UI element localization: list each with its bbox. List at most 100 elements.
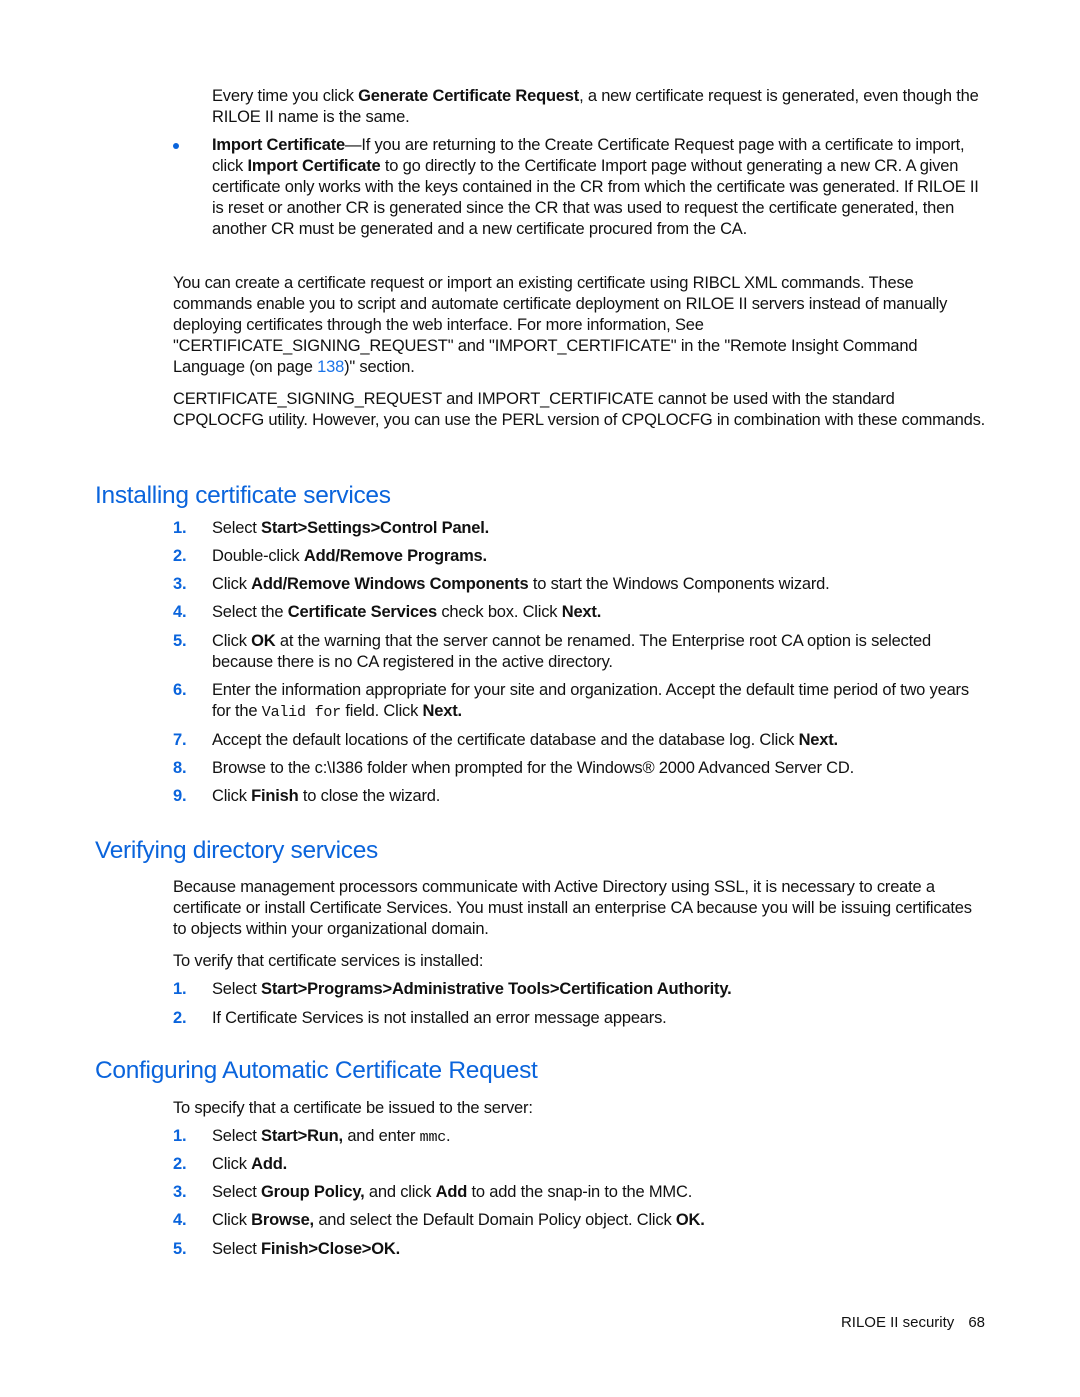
- verifying-paragraph-intro: To verify that certificate services is i…: [173, 952, 484, 970]
- text-run: Select: [212, 1183, 262, 1201]
- heading-configuring-automatic-certificate-request: Configuring Automatic Certificate Reques…: [95, 1057, 538, 1084]
- heading-verifying-directory-services: Verifying directory services: [95, 837, 378, 864]
- step-number: 1.: [173, 519, 187, 537]
- code-text: mmc: [419, 1129, 447, 1146]
- verifying-paragraph-ssl: Because management processors communicat…: [173, 878, 972, 938]
- text-run: Select: [212, 1240, 262, 1258]
- ribcl-paragraph: You can create a certificate request or …: [173, 273, 988, 378]
- text-run: to close the wizard.: [298, 787, 441, 805]
- step-text: Select Start>Settings>Control Panel.: [212, 518, 988, 539]
- text-run: CERTIFICATE_SIGNING_REQUEST and IMPORT_C…: [173, 390, 986, 429]
- step-text: Accept the default locations of the cert…: [212, 730, 988, 751]
- step-number: 5.: [173, 1240, 187, 1258]
- bold-text: Add/Remove Windows Components: [251, 575, 529, 593]
- step-number: 2.: [173, 1155, 187, 1173]
- text-run: to start the Windows Components wizard.: [528, 575, 830, 593]
- step-text: Select Start>Run, and enter mmc.: [212, 1126, 988, 1148]
- bold-text: Next.: [798, 731, 839, 749]
- step-number: 2.: [173, 547, 187, 565]
- step-number: 9.: [173, 787, 187, 805]
- bold-text: Start>Settings>Control Panel.: [261, 519, 490, 537]
- bold-text: Add.: [251, 1155, 287, 1173]
- step-item: 4. Select the Certificate Services check …: [173, 602, 988, 623]
- text-run: to add the snap-in to the MMC.: [467, 1183, 693, 1201]
- step-number: 4.: [173, 603, 187, 621]
- step-text: Select Start>Programs>Administrative Too…: [212, 979, 988, 1000]
- page-reference-link[interactable]: 138: [317, 358, 344, 376]
- text-run: Select the: [212, 603, 288, 621]
- step-item: 3. Click Add/Remove Windows Components to…: [173, 574, 988, 595]
- document-page: Every time you click Generate Certificat…: [0, 0, 1080, 1397]
- text-run: )" section.: [344, 358, 415, 376]
- step-number: 2.: [173, 1009, 187, 1027]
- step-number: 3.: [173, 575, 187, 593]
- step-item: 1. Select Start>Programs>Administrative T…: [173, 979, 988, 1000]
- text-run: Double-click: [212, 547, 304, 565]
- step-item: 3. Select Group Policy, and click Add to …: [173, 1182, 988, 1203]
- step-number: 5.: [173, 632, 187, 650]
- bold-text: Certificate Services: [287, 603, 437, 621]
- bold-text: Add/Remove Programs.: [303, 547, 487, 565]
- step-text: Click Finish to close the wizard.: [212, 786, 988, 807]
- step-item: 5. Select Finish>Close>OK.: [173, 1239, 988, 1260]
- heading-installing-certificate-services: Installing certificate services: [95, 482, 391, 509]
- bold-text: Next.: [561, 603, 602, 621]
- text-run: Accept the default locations of the cert…: [212, 731, 799, 749]
- text-run: Click: [212, 1211, 252, 1229]
- text-run: and enter: [342, 1127, 420, 1145]
- code-text: Valid for: [261, 704, 341, 721]
- text-run: Click: [212, 1155, 252, 1173]
- bold-text: Import Certificate: [212, 136, 346, 154]
- step-item: 2. Double-click Add/Remove Programs.: [173, 546, 988, 567]
- text-run: .: [446, 1127, 451, 1145]
- page-footer: RILOE II security 68: [841, 1313, 985, 1333]
- step-text: Click OK at the warning that the server …: [212, 631, 988, 673]
- text-run: and select the Default Domain Policy obj…: [313, 1211, 676, 1229]
- text-run: Browse to the c:\I386 folder when prompt…: [212, 759, 854, 777]
- bullet-import-certificate: Import Certificate—If you are returning …: [173, 135, 988, 240]
- step-item: 1. Select Start>Run, and enter mmc.: [173, 1126, 988, 1148]
- text-run: check box. Click: [436, 603, 562, 621]
- step-item: 7. Accept the default locations of the ce…: [173, 730, 988, 751]
- step-item: 2. Click Add.: [173, 1154, 988, 1175]
- bold-text: Import Certificate: [247, 157, 381, 175]
- footer-section-label: RILOE II security: [840, 1314, 955, 1331]
- step-text: Select the Certificate Services check bo…: [212, 602, 988, 623]
- text-run: Select: [212, 980, 262, 998]
- step-item: 9. Click Finish to close the wizard.: [173, 786, 988, 807]
- step-number: 1.: [173, 1127, 187, 1145]
- step-item: 2. If Certificate Services is not install…: [173, 1008, 988, 1029]
- step-number: 1.: [173, 980, 187, 998]
- step-text: Select Group Policy, and click Add to ad…: [212, 1182, 988, 1203]
- cpqlocfg-paragraph: CERTIFICATE_SIGNING_REQUEST and IMPORT_C…: [173, 389, 988, 431]
- step-item: 8. Browse to the c:\I386 folder when prom…: [173, 758, 988, 779]
- step-text: Browse to the c:\I386 folder when prompt…: [212, 758, 988, 779]
- step-number: 6.: [173, 681, 187, 699]
- step-item: 1. Select Start>Settings>Control Panel.: [173, 518, 988, 539]
- step-text: Click Add/Remove Windows Components to s…: [212, 574, 988, 595]
- bold-text: OK.: [675, 1211, 705, 1229]
- step-text: Select Finish>Close>OK.: [212, 1239, 988, 1260]
- text-run: Every time you click: [212, 87, 359, 105]
- bullet-import-certificate-text: Import Certificate—If you are returning …: [212, 135, 988, 240]
- step-item: 5. Click OK at the warning that the serve…: [173, 631, 988, 673]
- text-run: Select: [212, 1127, 262, 1145]
- step-item: 6. Enter the information appropriate for …: [173, 680, 988, 723]
- bold-text: Group Policy,: [261, 1183, 365, 1201]
- generate-request-note: Every time you click Generate Certificat…: [212, 86, 988, 128]
- text-run: If Certificate Services is not installed…: [212, 1009, 667, 1027]
- bold-text: Start>Run,: [261, 1127, 343, 1145]
- bold-text: Start>Programs>Administrative Tools>Cert…: [261, 980, 732, 998]
- step-text: If Certificate Services is not installed…: [212, 1008, 988, 1029]
- text-run: at the warning that the server cannot be…: [212, 632, 931, 671]
- text-run: Click: [212, 632, 252, 650]
- configuring-paragraph-intro: To specify that a certificate be issued …: [173, 1099, 533, 1117]
- bullet-icon: [173, 143, 179, 149]
- step-number: 8.: [173, 759, 187, 777]
- bold-text: OK: [251, 632, 276, 650]
- text-run: You can create a certificate request or …: [173, 274, 948, 376]
- step-text: Click Browse, and select the Default Dom…: [212, 1210, 988, 1231]
- step-number: 4.: [173, 1211, 187, 1229]
- text-run: Click: [212, 787, 252, 805]
- text-run: field. Click: [340, 702, 423, 720]
